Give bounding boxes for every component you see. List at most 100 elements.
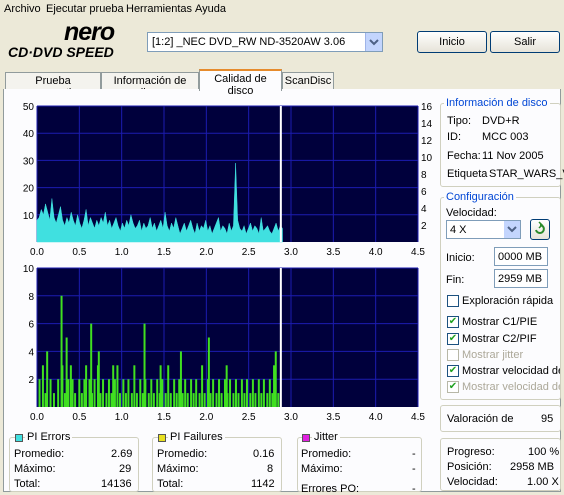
- tab-scandisc[interactable]: ScanDisc: [282, 72, 334, 90]
- show-read-speed-label: Mostrar velocidad de le: [462, 365, 560, 377]
- x-tick-label: 3.0: [284, 412, 298, 423]
- show-read-speed-checkbox[interactable]: ✔: [447, 365, 459, 377]
- jitter-title: Jitter: [312, 431, 340, 443]
- y2-tick-label: 4: [421, 204, 427, 215]
- position-value: 2958 MB: [510, 461, 555, 473]
- x-tick-label: 3.5: [326, 247, 340, 258]
- read-speed-value: 1.00 X: [527, 476, 559, 488]
- y-tick-label: 50: [23, 102, 35, 113]
- show-c2-checkbox[interactable]: ✔: [447, 333, 459, 345]
- x-tick-label: 1.5: [157, 412, 171, 423]
- x-tick-label: 1.0: [115, 412, 129, 423]
- logo-top: nero: [64, 18, 115, 46]
- speed-select[interactable]: 4 X: [446, 220, 521, 239]
- start-input[interactable]: 0000 MB: [494, 247, 548, 266]
- drive-select[interactable]: [1:2] _NEC DVD_RW ND-3520AW 3.06: [147, 32, 383, 52]
- x-tick-label: 2.5: [242, 412, 256, 423]
- y2-tick-label: 16: [421, 102, 433, 113]
- pi-failures-avg: 0.16: [253, 448, 275, 460]
- x-tick-label: 2.5: [242, 247, 256, 258]
- pi-failures-avg-label: Promedio:: [157, 448, 208, 460]
- disc-date-label: Fecha:: [447, 150, 481, 162]
- y-tick-label: 2: [28, 375, 34, 386]
- tab-informacion-disco[interactable]: Información de disco: [101, 72, 199, 99]
- rating-value: 95: [541, 413, 554, 425]
- x-tick-label: 0.5: [72, 247, 86, 258]
- disc-date-value: 11 Nov 2005: [482, 150, 544, 162]
- config-title: Configuración: [444, 191, 516, 203]
- x-tick-label: 0.0: [30, 247, 44, 258]
- drive-select-value: [1:2] _NEC DVD_RW ND-3520AW 3.06: [152, 36, 346, 48]
- menu-herramientas[interactable]: Herramientas: [126, 3, 192, 15]
- y2-tick-label: 8: [421, 170, 427, 181]
- pi-failures-title: PI Failures: [168, 431, 225, 443]
- y-tick-label: 10: [23, 211, 35, 222]
- y2-tick-label: 14: [421, 119, 433, 130]
- jitter-swatch: [302, 434, 310, 442]
- pi-failures-max: 8: [267, 463, 274, 475]
- x-tick-label: 2.0: [199, 247, 213, 258]
- logo-bottom: CD·DVD SPEED: [8, 44, 114, 60]
- menu-ejecutar-prueba[interactable]: Ejecutar prueba: [46, 3, 124, 15]
- show-c1-checkbox[interactable]: ✔: [447, 316, 459, 328]
- y-tick-label: 30: [23, 156, 35, 167]
- x-tick-label: 4.0: [369, 247, 383, 258]
- disc-id-value: MCC 003: [482, 131, 529, 143]
- x-tick-label: 4.5: [411, 412, 425, 423]
- tab-prueba-comparativa[interactable]: Prueba comparativa: [5, 72, 101, 99]
- y-tick-label: 6: [28, 320, 34, 331]
- show-jitter-checkbox[interactable]: [447, 349, 459, 361]
- menu-archivo[interactable]: Archivo: [4, 3, 41, 15]
- rating-label: Valoración de: [447, 413, 514, 425]
- pi-failures-swatch: [158, 434, 166, 442]
- charts-area: 10 20 30 40 50 0.0 0.5 1.0 1.5 2.0 2.5 3.0 3.5 4.0 4.5…: [23, 102, 433, 423]
- y2-tick-label: 10: [421, 153, 433, 164]
- show-write-speed-label: Mostrar velocidad de e: [462, 381, 560, 393]
- x-tick-label: 0.5: [72, 412, 86, 423]
- jitter-max-label: Máximo:: [301, 463, 343, 475]
- show-jitter-label: Mostrar jitter: [462, 349, 524, 361]
- jitter-avg-label: Promedio:: [301, 448, 352, 460]
- progress-label: Progreso:: [447, 446, 495, 458]
- refresh-icon[interactable]: [530, 219, 550, 240]
- plot-background: [37, 106, 418, 242]
- x-tick-label: 3.5: [326, 412, 340, 423]
- progress-value: 100 %: [528, 446, 560, 458]
- position-label: Posición:: [447, 461, 492, 473]
- disc-type-label: Tipo:: [447, 115, 472, 127]
- y-tick-label: 10: [23, 264, 35, 275]
- pi-errors-swatch: [15, 434, 23, 442]
- y-tick-label: 8: [28, 292, 34, 303]
- x-tick-label: 3.0: [284, 247, 298, 258]
- y-tick-label: 40: [23, 129, 35, 140]
- exit-button[interactable]: Salir: [490, 31, 560, 53]
- x-tick-label: 1.0: [115, 247, 129, 258]
- y-tick-label: 20: [23, 184, 35, 195]
- pi-errors-avg-label: Promedio:: [14, 448, 65, 460]
- x-tick-label: 4.0: [369, 412, 383, 423]
- nero-logo: nero CD·DVD SPEED: [6, 18, 141, 60]
- pi-errors-total-label: Total:: [14, 478, 41, 490]
- tab-calidad-disco[interactable]: Calidad de disco: [199, 69, 282, 97]
- y-tick-label: 4: [28, 347, 34, 358]
- speed-select-value: 4 X: [450, 224, 467, 236]
- read-speed-label: Velocidad:: [447, 476, 498, 488]
- start-button[interactable]: Inicio: [417, 31, 487, 53]
- show-c1-label: Mostrar C1/PIE: [462, 316, 538, 328]
- end-label: Fin:: [446, 274, 465, 286]
- x-tick-label: 4.5: [411, 247, 425, 258]
- show-c2-label: Mostrar C2/PIF: [462, 333, 537, 345]
- pi-errors-max-label: Máximo:: [14, 463, 56, 475]
- show-write-speed-checkbox[interactable]: ✔: [447, 381, 459, 393]
- chevron-down-icon[interactable]: [365, 33, 382, 51]
- end-input[interactable]: 2959 MB: [494, 269, 548, 288]
- chevron-down-icon[interactable]: [504, 221, 520, 238]
- disc-info-title: Información de disco: [444, 97, 550, 109]
- pi-failures-max-label: Máximo:: [157, 463, 199, 475]
- jitter-po: -: [412, 483, 416, 495]
- jitter-po-label: Errores PO:: [301, 483, 360, 495]
- disc-type-value: DVD+R: [482, 115, 520, 127]
- quick-scan-checkbox[interactable]: [447, 295, 459, 307]
- pi-failures-total: 1142: [251, 478, 275, 490]
- menu-ayuda[interactable]: Ayuda: [195, 3, 226, 15]
